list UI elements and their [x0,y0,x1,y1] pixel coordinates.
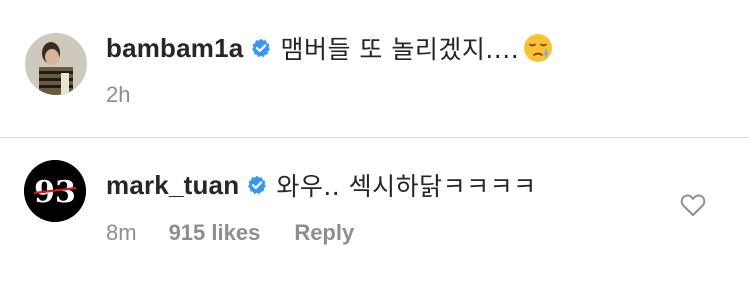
verified-badge-icon [247,175,267,195]
verified-badge-icon [251,38,271,58]
comment-likes[interactable]: 915 likes [169,220,261,246]
caption-text: 맴버들 또 놀리겠지.... [280,35,520,64]
reply-button[interactable]: Reply [294,220,354,246]
comment-line: mark_tuan 와우.. 섹시하닭ㅋㅋㅋㅋ [106,168,537,202]
caption-username[interactable]: bambam1a [106,33,243,64]
sleepy-face-emoji [522,32,554,64]
caption-line: bambam1a 맴버들 또 놀리겠지.... [106,31,554,65]
comment-timestamp: 8m [106,220,137,245]
avatar-bambam1a[interactable] [25,33,87,95]
comment-text: 와우.. 섹시하닭ㅋㅋㅋㅋ [276,172,537,201]
comment-username[interactable]: mark_tuan [106,170,239,201]
caption-block [0,0,749,137]
heart-outline-icon[interactable] [680,193,706,217]
avatar-mark-tuan[interactable]: 93 [24,160,86,222]
caption-timestamp: 2h [106,82,131,107]
comment-block [0,138,749,295]
caption-meta: 2h [106,82,130,108]
comment-meta: 8m 915 likes Reply [106,220,354,246]
